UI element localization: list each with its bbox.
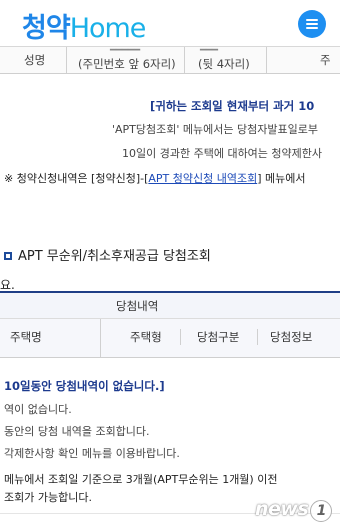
section-title: APT 무순위/취소후재공급 당첨조회 [4, 245, 211, 264]
winning-history-table: 당첨내역 주택명 주택형 당첨구분 당첨정보 [0, 291, 340, 358]
column-resident-number-front: (주민번호 앞 6자리) [78, 57, 176, 71]
column-truncated: 주 [320, 53, 331, 67]
notice-highlight: [귀하는 조회일 현재부터 과거 10 [150, 99, 315, 113]
logo-text-korean: 청약 [22, 13, 71, 44]
header-house-type: 주택형 [130, 330, 162, 344]
notice-prefix: ※ 청약신청내역은 [청약신청]-[ [4, 172, 149, 185]
section-title-text: APT 무순위/취소후재공급 당첨조회 [18, 249, 211, 264]
result-info-line: 동안의 당첨 내역을 조회합니다. [4, 425, 150, 438]
result-info-line: 역이 없습니다. [4, 403, 72, 416]
menu-button[interactable] [298, 10, 326, 38]
result-note-line: 메뉴에서 조회일 기준으로 3개월(APT무순위는 1개월) 이전 [4, 473, 278, 486]
result-info-line: 각제한사항 확인 메뉴를 이용바랍니다. [4, 447, 180, 460]
result-note-line: 조회가 가능합니다. [4, 491, 92, 504]
news1-watermark: news 1 [255, 498, 333, 522]
app-header: 청약Home [0, 0, 340, 46]
header-winning-type: 당첨구분 [197, 330, 240, 344]
group-header-winning-details: 당첨내역 [116, 299, 159, 313]
notice-application-history: ※ 청약신청내역은 [청약신청]-[APT 청약신청 내역조회] 메뉴에서 [4, 170, 306, 186]
no-result-message: 10일동안 당첨내역이 없습니다.] [4, 379, 165, 393]
square-bullet-icon [4, 252, 12, 260]
logo[interactable]: 청약Home [22, 6, 147, 45]
notice-suffix: ] 메뉴에서 [257, 172, 306, 185]
watermark-number: 1 [310, 500, 333, 522]
notice-line-apt-menu: 'APT당첨조회' 메뉴에서는 당첨자발표일로부 [112, 123, 318, 136]
watermark-text: news [255, 498, 309, 520]
header-house-name: 주택명 [10, 330, 42, 344]
applicant-info-table: ━━━━━ ━━━ 성명 (주민번호 앞 6자리) (뒷 4자리) 주 [0, 45, 340, 74]
column-resident-number-back: (뒷 4자리) [198, 57, 250, 71]
header-winning-info: 당첨정보 [270, 330, 313, 344]
apt-application-history-link[interactable]: APT 청약신청 내역조회 [148, 172, 257, 185]
table-header-row: 주택명 주택형 당첨구분 당첨정보 [0, 319, 340, 358]
column-name: 성명 [24, 53, 46, 67]
notice-line-restriction: 10일이 경과한 주택에 대하여는 청약제한사 [122, 147, 323, 160]
logo-text-home: Home [69, 13, 147, 44]
table-group-header-row: 당첨내역 [0, 293, 340, 319]
